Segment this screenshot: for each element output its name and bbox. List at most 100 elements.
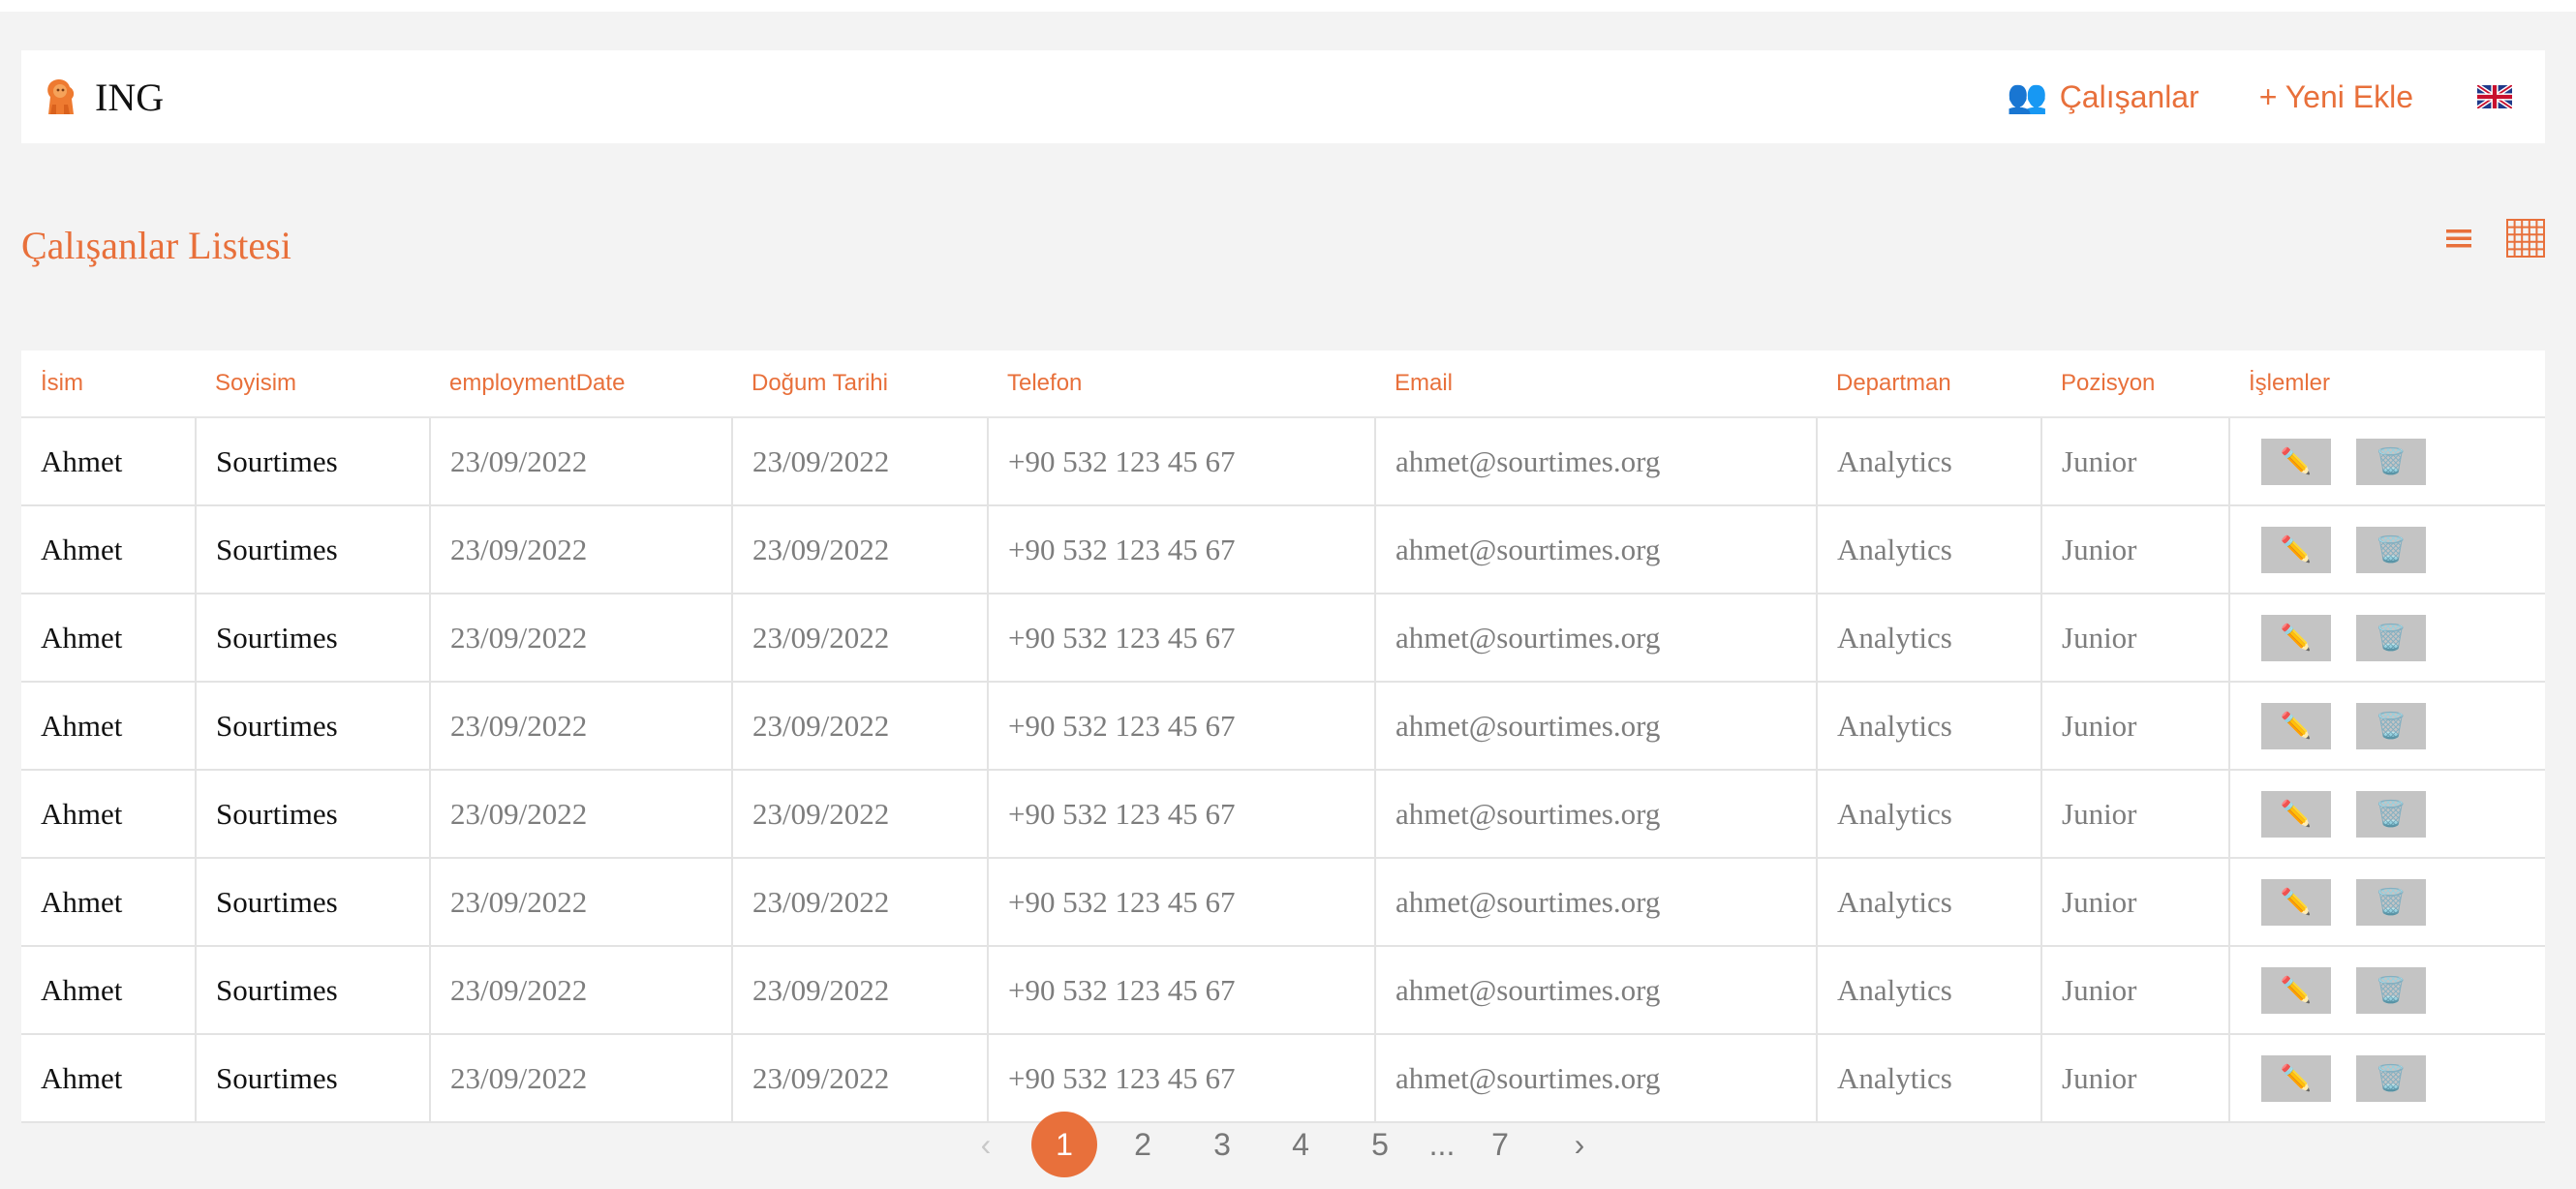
last-name-cell: Sourtimes (196, 417, 431, 506)
column-header[interactable]: Departman (1817, 351, 2041, 418)
edit-button[interactable]: ✏️ (2261, 702, 2331, 749)
email-cell: ahmet@sourtimes.org (1375, 1034, 1818, 1123)
page-button-1[interactable]: 1 (1031, 1112, 1097, 1177)
page-button-2[interactable]: 2 (1110, 1112, 1176, 1177)
edit-button[interactable]: ✏️ (2261, 1054, 2331, 1102)
edit-button[interactable]: ✏️ (2261, 526, 2331, 573)
department-cell: Analytics (1817, 505, 2042, 594)
email-cell: ahmet@sourtimes.org (1375, 682, 1818, 771)
brand[interactable]: ING (39, 50, 164, 143)
page-button-3[interactable]: 3 (1189, 1112, 1255, 1177)
pencil-icon: ✏️ (2280, 975, 2313, 1004)
delete-button[interactable]: 🗑️ (2356, 614, 2426, 661)
pagination: ‹ 1 2 3 4 5 ... 7 › (0, 1112, 2576, 1179)
actions-cell: ✏️ 🗑️ (2229, 770, 2545, 859)
email-cell: ahmet@sourtimes.org (1375, 946, 1818, 1035)
employment-date-cell: 23/09/2022 (430, 505, 733, 594)
edit-button[interactable]: ✏️ (2261, 614, 2331, 661)
brand-name: ING (95, 75, 165, 119)
position-cell: Junior (2041, 417, 2230, 506)
last-name-cell: Sourtimes (196, 505, 431, 594)
delete-button[interactable]: 🗑️ (2356, 878, 2426, 926)
column-header[interactable]: Soyisim (196, 351, 430, 418)
position-cell: Junior (2041, 770, 2230, 859)
column-header: İşlemler (2229, 351, 2545, 418)
actions-cell: ✏️ 🗑️ (2229, 682, 2545, 771)
delete-button[interactable]: 🗑️ (2356, 438, 2426, 485)
edit-button[interactable]: ✏️ (2261, 966, 2331, 1014)
phone-cell: +90 532 123 45 67 (988, 946, 1376, 1035)
column-header[interactable]: Email (1375, 351, 1817, 418)
email-cell: ahmet@sourtimes.org (1375, 858, 1818, 947)
page-button-7[interactable]: 7 (1467, 1112, 1533, 1177)
first-name-cell: Ahmet (21, 946, 197, 1035)
delete-button[interactable]: 🗑️ (2356, 702, 2426, 749)
birth-date-cell: 23/09/2022 (732, 946, 989, 1035)
column-header[interactable]: employmentDate (430, 351, 732, 418)
grid-view-icon[interactable] (2506, 219, 2545, 258)
phone-cell: +90 532 123 45 67 (988, 1034, 1376, 1123)
phone-cell: +90 532 123 45 67 (988, 417, 1376, 506)
actions-cell: ✏️ 🗑️ (2229, 594, 2545, 683)
table-row: Ahmet Sourtimes 23/09/2022 23/09/2022 +90 53… (21, 946, 2545, 1035)
employee-table: İsim Soyisim employmentDate Doğum Tarihi… (21, 351, 2545, 1123)
lion-logo-icon (47, 79, 75, 114)
edit-button[interactable]: ✏️ (2261, 878, 2331, 926)
prev-page-button[interactable]: ‹ (953, 1112, 1019, 1177)
email-cell: ahmet@sourtimes.org (1375, 770, 1818, 859)
first-name-cell: Ahmet (21, 682, 197, 771)
last-name-cell: Sourtimes (196, 682, 431, 771)
delete-button[interactable]: 🗑️ (2356, 526, 2426, 573)
pencil-icon: ✏️ (2280, 1063, 2313, 1092)
last-name-cell: Sourtimes (196, 594, 431, 683)
list-view-icon[interactable] (2444, 226, 2473, 251)
delete-button[interactable]: 🗑️ (2356, 790, 2426, 838)
employment-date-cell: 23/09/2022 (430, 1034, 733, 1123)
edit-button[interactable]: ✏️ (2261, 438, 2331, 485)
trash-icon: 🗑️ (2375, 534, 2407, 564)
page-button-5[interactable]: 5 (1347, 1112, 1413, 1177)
last-name-cell: Sourtimes (196, 1034, 431, 1123)
department-cell: Analytics (1817, 682, 2042, 771)
trash-icon: 🗑️ (2375, 623, 2407, 652)
pencil-icon: ✏️ (2280, 446, 2313, 475)
first-name-cell: Ahmet (21, 594, 197, 683)
edit-button[interactable]: ✏️ (2261, 790, 2331, 838)
column-header[interactable]: Pozisyon (2041, 351, 2229, 418)
delete-button[interactable]: 🗑️ (2356, 966, 2426, 1014)
birth-date-cell: 23/09/2022 (732, 682, 989, 771)
table-row: Ahmet Sourtimes 23/09/2022 23/09/2022 +90 53… (21, 594, 2545, 683)
column-header[interactable]: Telefon (988, 351, 1375, 418)
column-header[interactable]: İsim (21, 351, 196, 418)
actions-cell: ✏️ 🗑️ (2229, 417, 2545, 506)
trash-icon: 🗑️ (2375, 887, 2407, 916)
column-header[interactable]: Doğum Tarihi (732, 351, 988, 418)
people-icon: 👥 (2007, 78, 2048, 115)
pencil-icon: ✏️ (2280, 799, 2313, 828)
email-cell: ahmet@sourtimes.org (1375, 505, 1818, 594)
table-row: Ahmet Sourtimes 23/09/2022 23/09/2022 +90 53… (21, 682, 2545, 771)
department-cell: Analytics (1817, 1034, 2042, 1123)
nav-add-new-label: + Yeni Ekle (2258, 78, 2413, 114)
nav-add-new-link[interactable]: + Yeni Ekle (2259, 79, 2413, 115)
actions-cell: ✏️ 🗑️ (2229, 946, 2545, 1035)
next-page-button[interactable]: › (1547, 1112, 1612, 1177)
pagination-ellipsis: ... (1428, 1127, 1456, 1162)
first-name-cell: Ahmet (21, 505, 197, 594)
actions-cell: ✏️ 🗑️ (2229, 858, 2545, 947)
department-cell: Analytics (1817, 858, 2042, 947)
page-title: Çalışanlar Listesi (21, 224, 291, 267)
pencil-icon: ✏️ (2280, 887, 2313, 916)
last-name-cell: Sourtimes (196, 770, 431, 859)
department-cell: Analytics (1817, 417, 2042, 506)
uk-flag-icon[interactable] (2477, 85, 2512, 108)
position-cell: Junior (2041, 682, 2230, 771)
delete-button[interactable]: 🗑️ (2356, 1054, 2426, 1102)
department-cell: Analytics (1817, 770, 2042, 859)
phone-cell: +90 532 123 45 67 (988, 594, 1376, 683)
table-row: Ahmet Sourtimes 23/09/2022 23/09/2022 +90 53… (21, 1034, 2545, 1123)
last-name-cell: Sourtimes (196, 946, 431, 1035)
first-name-cell: Ahmet (21, 417, 197, 506)
nav-employees-link[interactable]: 👥 Çalışanlar (2007, 79, 2198, 115)
page-button-4[interactable]: 4 (1268, 1112, 1334, 1177)
